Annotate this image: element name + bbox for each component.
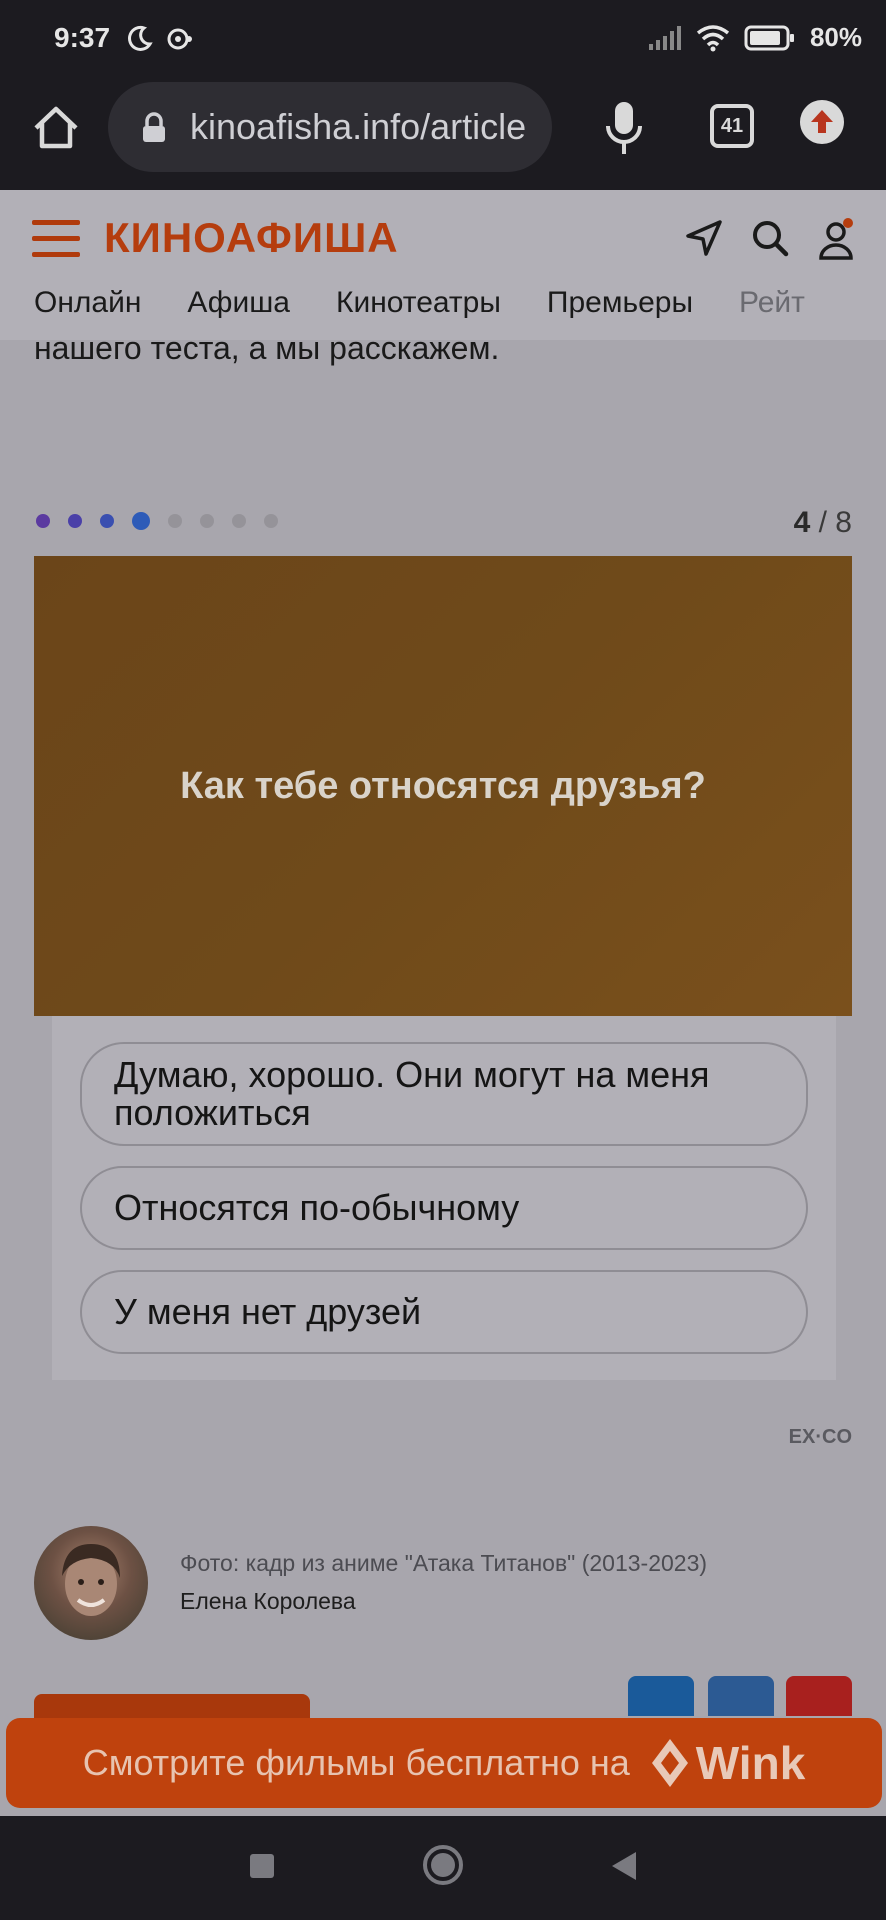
browser-toolbar: kinoafisha.info/article 41 <box>0 78 886 190</box>
quiz-answer-3[interactable]: У меня нет друзей <box>80 1270 808 1354</box>
wink-banner-text: Смотрите фильмы бесплатно на <box>82 1742 630 1783</box>
nav-item-premieres[interactable]: Премьеры <box>547 286 693 320</box>
search-icon[interactable] <box>750 218 790 258</box>
back-icon[interactable] <box>606 1848 642 1884</box>
status-bar: 9:37 80% <box>0 0 886 78</box>
nav-item-afisha[interactable]: Афиша <box>187 286 290 320</box>
battery-percent: 80% <box>809 22 862 52</box>
quiz-question-card: Как тебе относятся друзья? <box>34 556 852 1016</box>
quiz-counter: 4 / 8 <box>794 506 852 540</box>
nav-item-cinemas[interactable]: Кинотеатры <box>336 286 501 320</box>
wink-brand: Wink <box>695 1737 806 1789</box>
wifi-icon <box>696 24 730 51</box>
quiz-answer-1[interactable]: Думаю, хорошо. Они могут на меня положит… <box>80 1042 808 1146</box>
progress-dot <box>100 514 114 528</box>
home-nav-icon[interactable] <box>420 1842 466 1888</box>
share-ok-partial[interactable] <box>786 1676 852 1716</box>
nav-item-ratings[interactable]: Рейт <box>739 286 805 320</box>
author-row: Фото: кадр из аниме "Атака Титанов" (201… <box>34 1526 852 1640</box>
location-icon[interactable] <box>684 218 724 258</box>
header-icons <box>684 218 856 262</box>
nav-item-online[interactable]: Онлайн <box>34 286 141 320</box>
quiz-answer-label: У меня нет друзей <box>114 1291 422 1332</box>
progress-dot <box>132 512 150 530</box>
update-button[interactable] <box>800 100 844 144</box>
progress-dot <box>168 514 182 528</box>
quiz-answer-label: Относятся по-обычному <box>114 1187 520 1228</box>
site-header: КИНОАФИША Онлайн Афиша Кинотеатры Премье… <box>0 190 886 340</box>
nav-menu: Онлайн Афиша Кинотеатры Премьеры Рейт <box>34 286 805 320</box>
quiz-total: / 8 <box>818 506 852 539</box>
status-time: 9:37 <box>54 22 111 53</box>
quiz-question: Как тебе относятся друзья? <box>180 764 706 807</box>
wink-logo: Wink <box>650 1736 805 1790</box>
tabs-button[interactable]: 41 <box>710 104 754 148</box>
author-avatar[interactable] <box>34 1526 148 1640</box>
share-telegram-partial[interactable] <box>628 1676 694 1716</box>
status-right: 80% <box>648 22 862 53</box>
vpn-icon <box>167 28 192 50</box>
system-navigation-bar <box>0 1816 886 1920</box>
profile-icon[interactable] <box>816 218 856 262</box>
quiz-answers: Думаю, хорошо. Они могут на меня положит… <box>52 1016 836 1380</box>
wink-diamond-icon <box>651 1739 688 1787</box>
progress-dot <box>68 514 82 528</box>
moon-icon <box>128 25 153 51</box>
battery-icon <box>744 25 794 50</box>
progress-dot <box>36 514 50 528</box>
status-left-icons <box>124 24 194 54</box>
author-name[interactable]: Елена Королева <box>180 1588 356 1615</box>
url-text: kinoafisha.info/article <box>190 106 527 147</box>
mic-icon[interactable] <box>600 98 648 158</box>
progress-dot <box>200 514 214 528</box>
share-vk-partial[interactable] <box>708 1676 774 1716</box>
progress-dot <box>232 514 246 528</box>
menu-icon[interactable] <box>32 220 80 260</box>
wink-banner[interactable]: Смотрите фильмы бесплатно на Wink <box>6 1718 882 1808</box>
progress-dot <box>264 514 278 528</box>
photo-caption: Фото: кадр из аниме "Атака Титанов" (201… <box>180 1550 708 1576</box>
signal-icon <box>648 25 681 50</box>
avatar-face-icon <box>62 1544 120 1616</box>
quiz-answer-label: Думаю, хорошо. Они могут на меня положит… <box>114 1054 710 1133</box>
arrow-up-icon <box>811 110 833 133</box>
site-logo[interactable]: КИНОАФИША <box>104 214 399 262</box>
recent-apps-icon[interactable] <box>244 1848 280 1884</box>
exco-label[interactable]: EX·CO <box>789 1426 852 1449</box>
quiz-progress-dots <box>36 512 278 530</box>
quiz-answer-2[interactable]: Относятся по-обычному <box>80 1166 808 1250</box>
quiz-current: 4 <box>793 506 811 539</box>
lock-icon <box>143 112 165 142</box>
address-bar[interactable]: kinoafisha.info/article <box>108 82 552 172</box>
article-intro-text: нашего теста, а мы расскажем. <box>34 330 500 366</box>
home-icon[interactable] <box>28 100 84 156</box>
